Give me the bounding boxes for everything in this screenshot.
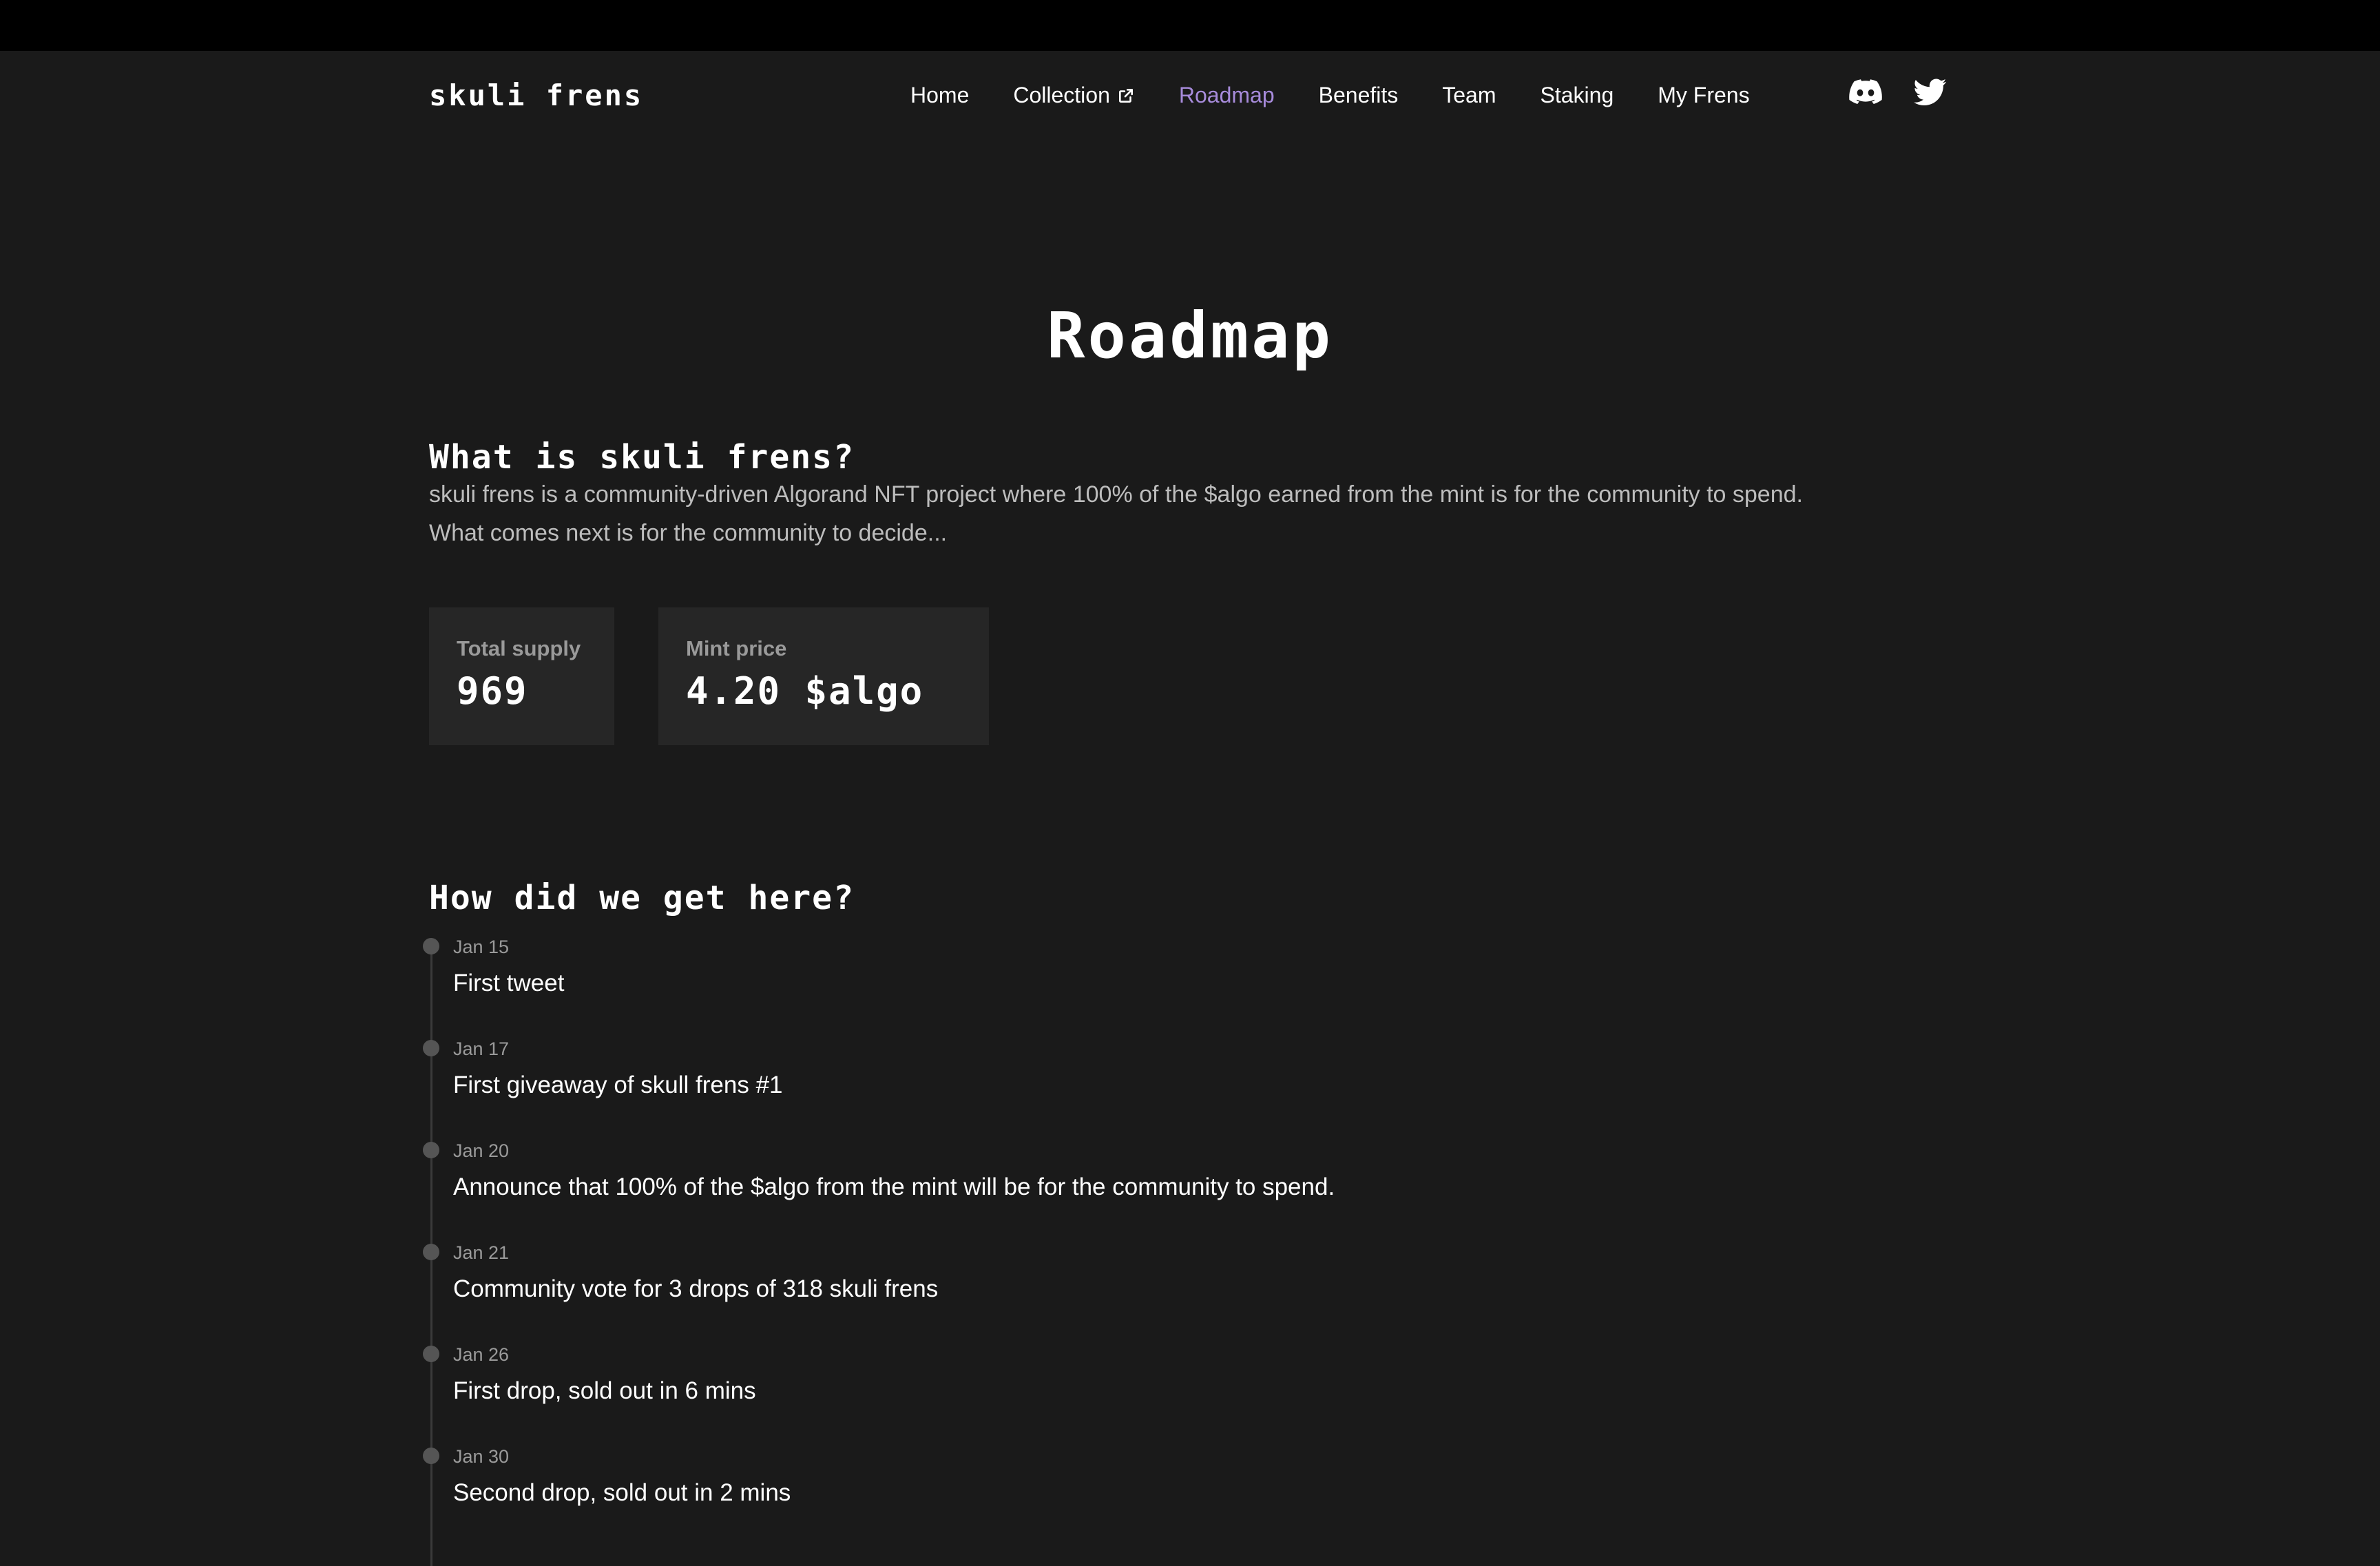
timeline-date: Jan 20 bbox=[453, 1140, 510, 1161]
stat-card-mint-price: Mint price 4.20 $algo bbox=[658, 607, 989, 745]
stat-value: 969 bbox=[457, 669, 528, 713]
about-line-1: skuli frens is a community-driven Algora… bbox=[429, 481, 1803, 508]
timeline-item: Jan 21 Community vote for 3 drops of 318… bbox=[423, 1235, 2013, 1337]
discord-icon[interactable] bbox=[1849, 79, 1882, 109]
nav-benefits[interactable]: Benefits bbox=[1319, 83, 1399, 108]
page-title: Roadmap bbox=[1047, 298, 1333, 373]
stat-card-total-supply: Total supply 969 bbox=[429, 607, 614, 745]
nav-roadmap[interactable]: Roadmap bbox=[1179, 83, 1275, 108]
stat-label: Total supply bbox=[457, 636, 581, 660]
timeline-item: Jan 15 First tweet bbox=[423, 930, 2013, 1032]
nav-staking-label: Staking bbox=[1540, 83, 1614, 107]
nav-home[interactable]: Home bbox=[910, 83, 969, 108]
external-link-icon bbox=[1117, 87, 1135, 105]
site-header: skuli frens Home Collection Roadmap Bene… bbox=[0, 51, 2380, 140]
nav-my-frens-label: My Frens bbox=[1658, 83, 1750, 107]
nav-my-frens[interactable]: My Frens bbox=[1658, 83, 1749, 108]
timeline-dot bbox=[423, 1346, 439, 1362]
timeline-text: First tweet bbox=[453, 970, 565, 996]
timeline-dot bbox=[423, 938, 439, 954]
stat-value: 4.20 $algo bbox=[686, 669, 924, 713]
timeline-text: First giveaway of skull frens #1 bbox=[453, 1072, 783, 1098]
timeline-text: Announce that 100% of the $algo from the… bbox=[453, 1173, 1335, 1200]
timeline-dot bbox=[423, 1040, 439, 1056]
about-heading: What is skuli frens? bbox=[429, 437, 855, 477]
history-timeline: Jan 15 First tweet Jan 17 First giveaway… bbox=[423, 930, 2013, 1566]
timeline-date: Jan 26 bbox=[453, 1344, 510, 1365]
timeline-item: Jan 17 First giveaway of skull frens #1 bbox=[423, 1032, 2013, 1134]
timeline-text: Community vote for 3 drops of 318 skuli … bbox=[453, 1275, 939, 1302]
site-logo[interactable]: skuli frens bbox=[429, 79, 643, 112]
nav-staking[interactable]: Staking bbox=[1541, 83, 1614, 108]
nav-roadmap-label: Roadmap bbox=[1178, 83, 1275, 107]
browser-top-bar bbox=[0, 0, 2380, 51]
nav-home-label: Home bbox=[910, 83, 970, 107]
about-line-2: What comes next is for the community to … bbox=[429, 520, 948, 546]
timeline-item: Jan 26 First drop, sold out in 6 mins bbox=[423, 1337, 2013, 1439]
history-heading: How did we get here? bbox=[429, 878, 855, 917]
timeline-dot bbox=[423, 1448, 439, 1464]
timeline-date: Jan 15 bbox=[453, 937, 510, 957]
timeline-date: Jan 30 bbox=[453, 1446, 510, 1467]
nav-team-label: Team bbox=[1442, 83, 1496, 107]
timeline-dot bbox=[423, 1244, 439, 1260]
twitter-icon[interactable] bbox=[1914, 79, 1947, 109]
timeline-item: Jan 30 Second drop, sold out in 2 mins bbox=[423, 1439, 2013, 1541]
social-links bbox=[1849, 79, 1947, 109]
timeline-text: First drop, sold out in 6 mins bbox=[453, 1377, 756, 1404]
timeline-date: Jan 21 bbox=[453, 1242, 510, 1263]
about-description: skuli frens is a community-driven Algora… bbox=[429, 475, 1985, 552]
stat-label: Mint price bbox=[686, 636, 787, 660]
nav-benefits-label: Benefits bbox=[1318, 83, 1399, 107]
nav-team[interactable]: Team bbox=[1442, 83, 1496, 108]
timeline-text: Second drop, sold out in 2 mins bbox=[453, 1479, 791, 1506]
main-nav: Home Collection Roadmap Benefits Team St… bbox=[910, 83, 1750, 108]
timeline-item: Jan 20 Announce that 100% of the $algo f… bbox=[423, 1134, 2013, 1235]
nav-collection[interactable]: Collection bbox=[1013, 83, 1135, 108]
timeline-date: Jan 17 bbox=[453, 1038, 510, 1059]
nav-collection-label: Collection bbox=[1013, 83, 1110, 107]
timeline-dot bbox=[423, 1142, 439, 1158]
